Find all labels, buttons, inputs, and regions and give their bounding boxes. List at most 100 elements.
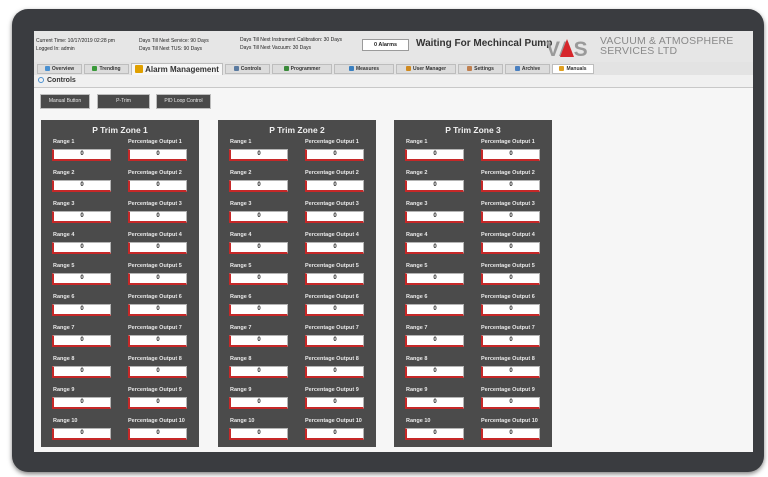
percentage-output-input[interactable]: 0 (128, 397, 187, 409)
range-label: Range 7 (230, 325, 252, 331)
range-input[interactable]: 0 (229, 242, 288, 254)
percentage-output-input[interactable]: 0 (481, 242, 540, 254)
percentage-output-input[interactable]: 0 (481, 366, 540, 378)
range-input[interactable]: 0 (52, 397, 111, 409)
range-input[interactable]: 0 (405, 304, 464, 316)
percentage-output-label: Percentage Output 4 (128, 232, 182, 238)
percentage-output-input[interactable]: 0 (305, 149, 364, 161)
percentage-output-input[interactable]: 0 (128, 149, 187, 161)
range-input[interactable]: 0 (52, 428, 111, 440)
tab-settings[interactable]: Settings (458, 64, 503, 74)
warning-icon (135, 65, 144, 73)
tab-label: Trending (99, 66, 121, 72)
controls-refresh-icon (38, 77, 44, 83)
percentage-output-input[interactable]: 0 (481, 180, 540, 192)
tab-label: Overview (51, 66, 75, 72)
measures-icon (348, 66, 354, 71)
percentage-output-input[interactable]: 0 (305, 180, 364, 192)
range-input[interactable]: 0 (52, 149, 111, 161)
p-trim-button[interactable]: P-Trim (97, 94, 150, 109)
percentage-output-input[interactable]: 0 (128, 335, 187, 347)
percentage-output-input[interactable]: 0 (305, 335, 364, 347)
tab-overview[interactable]: Overview (37, 64, 82, 74)
percentage-output-label: Percentage Output 3 (128, 201, 182, 207)
range-input[interactable]: 0 (52, 180, 111, 192)
alarm-count-button[interactable]: 0 Alarms (362, 39, 409, 51)
percentage-output-input[interactable]: 0 (128, 242, 187, 254)
range-input[interactable]: 0 (52, 304, 111, 316)
p-trim-zone-2: P Trim Zone 2 Range 1 Percentage Output 10… (218, 120, 376, 447)
range-input[interactable]: 0 (405, 180, 464, 192)
breadcrumb-label: Controls (47, 77, 76, 84)
tab-trending[interactable]: Trending (84, 64, 129, 74)
percentage-output-input[interactable]: 0 (128, 273, 187, 285)
tab-alarm-management[interactable]: Alarm Management (131, 63, 223, 75)
percentage-output-input[interactable]: 0 (305, 428, 364, 440)
percentage-output-input[interactable]: 0 (305, 242, 364, 254)
range-input[interactable]: 0 (405, 428, 464, 440)
percentage-output-input[interactable]: 0 (481, 149, 540, 161)
range-input[interactable]: 0 (52, 242, 111, 254)
range-input[interactable]: 0 (52, 211, 111, 223)
company-name-line2: SERVICES LTD (600, 45, 678, 57)
range-label: Range 6 (230, 294, 252, 300)
tab-label: User Manager (412, 66, 447, 72)
range-input[interactable]: 0 (52, 366, 111, 378)
percentage-output-input[interactable]: 0 (128, 180, 187, 192)
range-input[interactable]: 0 (405, 211, 464, 223)
range-input[interactable]: 0 (229, 304, 288, 316)
percentage-output-input[interactable]: 0 (481, 273, 540, 285)
range-input[interactable]: 0 (229, 366, 288, 378)
range-input[interactable]: 0 (52, 335, 111, 347)
range-label: Range 10 (230, 418, 255, 424)
percentage-output-input[interactable]: 0 (128, 304, 187, 316)
percentage-output-input[interactable]: 0 (305, 211, 364, 223)
percentage-output-input[interactable]: 0 (128, 428, 187, 440)
manual-button-button[interactable]: Manual Button (40, 94, 90, 109)
range-input[interactable]: 0 (229, 180, 288, 192)
range-label: Range 2 (230, 170, 252, 176)
range-input[interactable]: 0 (405, 397, 464, 409)
range-input[interactable]: 0 (229, 428, 288, 440)
percentage-output-label: Percentage Output 9 (305, 387, 359, 393)
range-input[interactable]: 0 (229, 397, 288, 409)
tab-controls[interactable]: Controls (225, 64, 270, 74)
percentage-output-input[interactable]: 0 (305, 304, 364, 316)
range-input[interactable]: 0 (405, 149, 464, 161)
range-input[interactable]: 0 (405, 335, 464, 347)
percentage-output-input[interactable]: 0 (481, 335, 540, 347)
tab-user-manager[interactable]: User Manager (396, 64, 456, 74)
range-label: Range 10 (53, 418, 78, 424)
percentage-output-input[interactable]: 0 (481, 428, 540, 440)
percentage-output-input[interactable]: 0 (305, 273, 364, 285)
tab-measures[interactable]: Measures (334, 64, 394, 74)
pid-loop-control-button[interactable]: PID Loop Control (156, 94, 211, 109)
range-input[interactable]: 0 (405, 242, 464, 254)
percentage-output-input[interactable]: 0 (305, 366, 364, 378)
overview-icon (44, 66, 50, 71)
range-input[interactable]: 0 (229, 211, 288, 223)
percentage-output-label: Percentage Output 8 (481, 356, 535, 362)
percentage-output-input[interactable]: 0 (305, 397, 364, 409)
percentage-output-input[interactable]: 0 (481, 397, 540, 409)
range-input[interactable]: 0 (405, 273, 464, 285)
percentage-output-input[interactable]: 0 (481, 211, 540, 223)
range-input[interactable]: 0 (229, 149, 288, 161)
percentage-output-input[interactable]: 0 (128, 211, 187, 223)
tab-label: Alarm Management (145, 65, 219, 74)
percentage-output-input[interactable]: 0 (128, 366, 187, 378)
next-service: Days Till Next Service: 90 Days (139, 38, 209, 44)
range-input[interactable]: 0 (52, 273, 111, 285)
range-label: Range 10 (406, 418, 431, 424)
range-input[interactable]: 0 (229, 273, 288, 285)
tab-archive[interactable]: Archive (505, 64, 550, 74)
tab-label: Archive (521, 66, 541, 72)
range-label: Range 1 (406, 139, 428, 145)
tab-programmer[interactable]: Programmer (272, 64, 332, 74)
range-input[interactable]: 0 (229, 335, 288, 347)
percentage-output-input[interactable]: 0 (481, 304, 540, 316)
range-input[interactable]: 0 (405, 366, 464, 378)
percentage-output-label: Percentage Output 3 (481, 201, 535, 207)
percentage-output-label: Percentage Output 10 (128, 418, 185, 424)
tab-manuals[interactable]: Manuals (552, 64, 594, 74)
